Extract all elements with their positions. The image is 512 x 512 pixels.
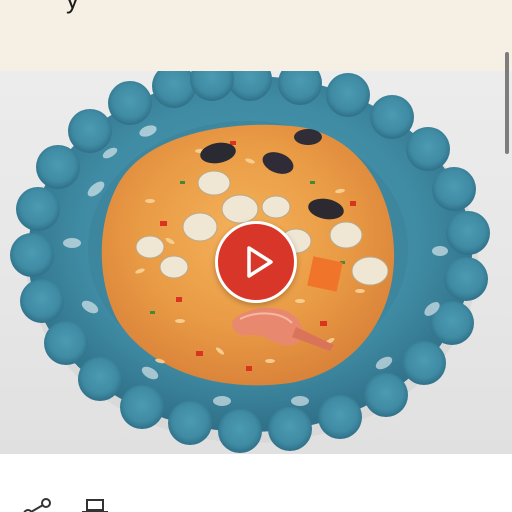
share-icon[interactable] [22, 496, 54, 512]
banner-text-fragment: y [66, 0, 79, 12]
print-icon[interactable] [80, 496, 110, 512]
top-banner: y [0, 0, 512, 71]
play-button[interactable] [215, 221, 297, 303]
recipe-video[interactable] [0, 71, 512, 454]
action-bar [0, 454, 512, 512]
recipe-page: y [0, 0, 512, 512]
play-icon [247, 246, 273, 278]
scrollbar-thumb[interactable] [505, 52, 509, 154]
